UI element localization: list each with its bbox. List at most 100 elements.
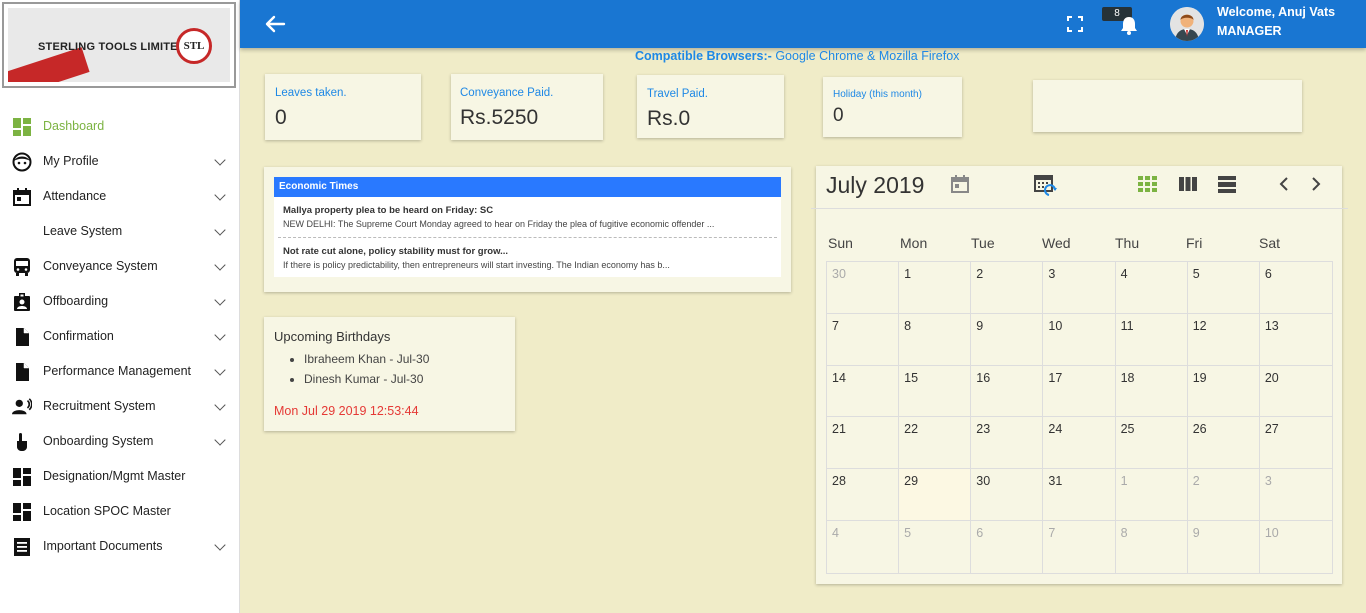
calendar-day-cell[interactable]: 27 xyxy=(1259,417,1332,470)
sidebar-item-location-spoc-master[interactable]: Location SPOC Master xyxy=(0,494,240,529)
sidebar-item-leave-system[interactable]: Leave System xyxy=(0,214,240,249)
calendar-header-divider xyxy=(811,208,1348,209)
news-description: NEW DELHI: The Supreme Court Monday agre… xyxy=(283,219,715,229)
sidebar-item-onboarding-system[interactable]: Onboarding System xyxy=(0,424,240,459)
calendar-day-cell[interactable]: 11 xyxy=(1115,313,1188,366)
calendar-day-cell[interactable]: 18 xyxy=(1115,365,1188,418)
holiday-label: Holiday (this month) xyxy=(833,89,922,100)
sidebar-item-important-documents[interactable]: Important Documents xyxy=(0,529,240,564)
calendar-day-cell[interactable]: 25 xyxy=(1115,417,1188,470)
calendar-day-cell[interactable]: 3 xyxy=(1259,469,1332,522)
calendar-day-cell[interactable]: 20 xyxy=(1259,366,1332,418)
calendar-day-cell[interactable]: 26 xyxy=(1187,417,1260,470)
chevron-down-icon[interactable] xyxy=(214,259,226,271)
calendar-day-cell[interactable]: 30 xyxy=(827,262,900,314)
chevron-down-icon[interactable] xyxy=(214,154,226,166)
calendar-day-cell[interactable]: 29 xyxy=(899,469,972,522)
calendar-day-cell[interactable]: 21 xyxy=(827,417,900,470)
back-arrow-icon[interactable] xyxy=(262,12,288,36)
bell-icon[interactable] xyxy=(1118,14,1140,36)
chevron-down-icon[interactable] xyxy=(214,224,226,236)
calendar-day-cell[interactable]: 14 xyxy=(827,365,900,418)
sidebar-item-dashboard[interactable]: Dashboard xyxy=(0,109,240,144)
current-datetime: Mon Jul 29 2019 12:53:44 xyxy=(274,404,419,418)
calendar-day-cell[interactable]: 4 xyxy=(1115,262,1188,314)
calendar-day-cell[interactable]: 16 xyxy=(971,365,1044,418)
sidebar-item-attendance[interactable]: Attendance xyxy=(0,179,240,214)
holiday-card: Holiday (this month) 0 xyxy=(823,77,962,137)
calendar-day-cell[interactable]: 10 xyxy=(1043,313,1116,366)
calendar-day-cell[interactable]: 9 xyxy=(1188,521,1260,573)
chevron-down-icon[interactable] xyxy=(214,399,226,411)
recruit-icon xyxy=(12,397,32,417)
welcome-text: Welcome, Anuj Vats xyxy=(1217,5,1336,19)
calendar-day-number: 30 xyxy=(832,267,846,281)
calendar-day-cell[interactable]: 28 xyxy=(827,469,900,522)
sidebar-item-label: Onboarding System xyxy=(43,434,154,448)
calendar-day-cell[interactable]: 31 xyxy=(1043,469,1116,522)
calendar-day-cell[interactable]: 6 xyxy=(971,521,1044,573)
conveyance-paid-card: Conveyance Paid. Rs.5250 xyxy=(451,74,603,140)
calendar-day-cell[interactable]: 5 xyxy=(899,521,972,573)
news-source-header: Economic Times xyxy=(274,177,781,197)
sidebar-item-my-profile[interactable]: My Profile xyxy=(0,144,240,179)
calendar-day-cell[interactable]: 5 xyxy=(1187,262,1260,314)
sidebar-item-designation-mgmt-master[interactable]: Designation/Mgmt Master xyxy=(0,459,240,494)
sidebar-item-performance-management[interactable]: Performance Management xyxy=(0,354,240,389)
calendar-day-cell[interactable]: 12 xyxy=(1187,313,1260,366)
fullscreen-icon[interactable] xyxy=(1067,16,1083,32)
chevron-right-icon[interactable] xyxy=(1310,176,1322,192)
calendar-day-cell[interactable]: 15 xyxy=(899,365,972,418)
calendar-day-cell[interactable]: 8 xyxy=(899,313,972,366)
sidebar-item-label: Offboarding xyxy=(43,294,109,308)
news-widget: Economic Times Mallya property plea to b… xyxy=(264,167,791,292)
chevron-down-icon[interactable] xyxy=(214,329,226,341)
news-item[interactable]: Not rate cut alone, policy stability mus… xyxy=(283,246,771,270)
logo-banner: STERLING TOOLS LIMITED STL xyxy=(8,8,230,82)
calendar-day-cell[interactable]: 30 xyxy=(971,469,1044,522)
calendar-day-cell[interactable]: 9 xyxy=(971,313,1044,366)
chevron-down-icon[interactable] xyxy=(214,539,226,551)
calendar-day-cell[interactable]: 1 xyxy=(1115,469,1188,522)
chevron-down-icon[interactable] xyxy=(214,189,226,201)
calendar-day-cell[interactable]: 4 xyxy=(827,521,900,573)
calendar-day-cell[interactable]: 2 xyxy=(1187,469,1260,522)
news-item[interactable]: Mallya property plea to be heard on Frid… xyxy=(283,205,771,229)
calendar-day-cell[interactable]: 3 xyxy=(1043,262,1116,314)
avatar[interactable] xyxy=(1170,7,1204,41)
day-view-icon[interactable] xyxy=(1217,174,1237,194)
sidebar-nav: Dashboard My Profile Attendance Leave Syste… xyxy=(0,109,240,564)
chevron-down-icon[interactable] xyxy=(214,294,226,306)
week-view-icon[interactable] xyxy=(1178,175,1198,193)
calendar-day-number: 18 xyxy=(1120,370,1135,385)
sidebar-item-recruitment-system[interactable]: Recruitment System xyxy=(0,389,240,424)
company-logo[interactable]: STERLING TOOLS LIMITED STL xyxy=(2,2,236,88)
calendar-day-number: 20 xyxy=(1264,370,1279,385)
calendar-day-number: 14 xyxy=(832,370,846,385)
chevron-left-icon[interactable] xyxy=(1278,176,1290,192)
today-refresh-icon[interactable] xyxy=(1034,173,1058,197)
sidebar-item-confirmation[interactable]: Confirmation xyxy=(0,319,240,354)
chevron-down-icon[interactable] xyxy=(214,434,226,446)
month-view-icon[interactable] xyxy=(1138,175,1158,193)
travel-paid-value: Rs.0 xyxy=(647,107,691,130)
calendar-day-cell[interactable]: 6 xyxy=(1259,262,1332,314)
calendar-day-cell[interactable]: 2 xyxy=(971,262,1044,314)
calendar-day-cell[interactable]: 8 xyxy=(1116,521,1188,573)
calendar-day-cell[interactable]: 7 xyxy=(827,313,900,366)
calendar-day-cell[interactable]: 22 xyxy=(899,417,972,470)
calendar-day-cell[interactable]: 13 xyxy=(1259,314,1332,366)
calendar-day-number: 1 xyxy=(1120,474,1128,489)
chevron-down-icon[interactable] xyxy=(214,364,226,376)
calendar-day-cell[interactable]: 24 xyxy=(1043,417,1116,470)
calendar-day-cell[interactable]: 19 xyxy=(1187,365,1260,418)
calendar-day-cell[interactable]: 23 xyxy=(971,417,1044,470)
sidebar-item-conveyance-system[interactable]: Conveyance System xyxy=(0,249,240,284)
calendar-day-cell[interactable]: 7 xyxy=(1043,521,1116,573)
calendar-day-cell[interactable]: 1 xyxy=(899,262,972,314)
calendar-day-cell[interactable]: 17 xyxy=(1043,365,1116,418)
sidebar-item-offboarding[interactable]: Offboarding xyxy=(0,284,240,319)
calendar-day-cell[interactable]: 10 xyxy=(1260,521,1332,573)
compat-label: Compatible Browsers:- xyxy=(635,49,772,63)
date-picker-icon[interactable] xyxy=(950,174,970,194)
